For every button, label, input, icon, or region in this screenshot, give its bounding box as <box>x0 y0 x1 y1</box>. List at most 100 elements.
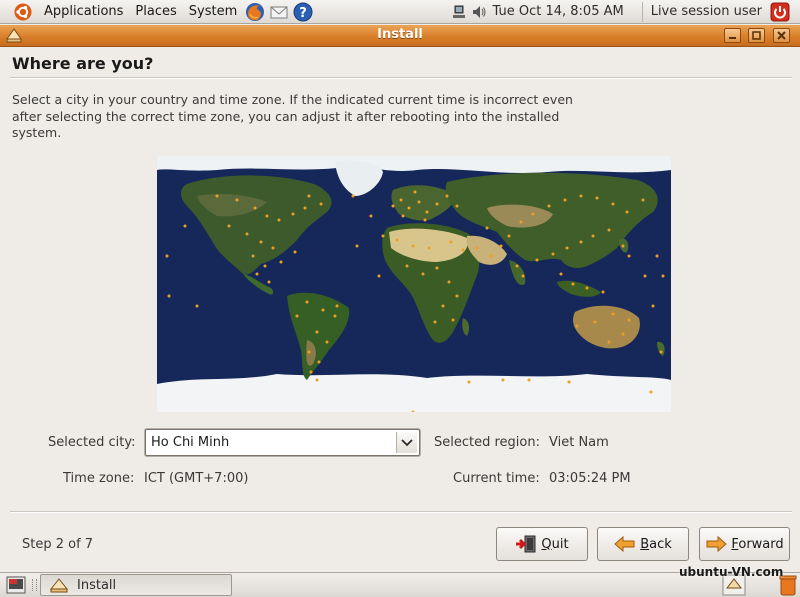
city-marker[interactable] <box>627 254 631 258</box>
city-marker[interactable] <box>551 252 555 256</box>
mail-icon[interactable] <box>269 2 289 22</box>
city-marker[interactable] <box>535 258 539 262</box>
session-user[interactable]: Live session user <box>651 4 762 19</box>
city-marker[interactable] <box>547 204 551 208</box>
city-marker[interactable] <box>519 220 523 224</box>
forward-button[interactable]: Forward <box>699 527 790 561</box>
window-titlebar[interactable]: Install <box>0 25 800 47</box>
world-map[interactable] <box>157 156 671 412</box>
city-marker[interactable] <box>627 318 631 322</box>
city-marker[interactable] <box>521 274 525 278</box>
city-marker[interactable] <box>227 224 231 228</box>
city-marker[interactable] <box>501 378 505 382</box>
city-marker[interactable] <box>607 340 611 344</box>
city-marker[interactable] <box>425 210 429 214</box>
city-marker[interactable] <box>601 290 605 294</box>
city-marker[interactable] <box>277 218 281 222</box>
city-marker[interactable] <box>621 244 625 248</box>
city-marker[interactable] <box>435 266 439 270</box>
city-marker[interactable] <box>649 390 653 394</box>
city-marker[interactable] <box>293 250 297 254</box>
city-marker[interactable] <box>591 234 595 238</box>
city-marker[interactable] <box>527 378 531 382</box>
city-marker[interactable] <box>575 324 579 328</box>
city-marker[interactable] <box>259 240 263 244</box>
city-marker[interactable] <box>531 212 535 216</box>
city-marker[interactable] <box>335 304 339 308</box>
city-marker[interactable] <box>395 238 399 242</box>
city-marker[interactable] <box>381 234 385 238</box>
city-marker[interactable] <box>421 272 425 276</box>
back-button[interactable]: Back <box>597 527 689 561</box>
maximize-button[interactable] <box>748 28 765 43</box>
city-marker[interactable] <box>515 264 519 268</box>
city-marker[interactable] <box>625 210 629 214</box>
city-marker[interactable] <box>641 198 645 202</box>
menu-system[interactable]: System <box>183 4 243 19</box>
city-marker[interactable] <box>565 246 569 250</box>
city-marker[interactable] <box>251 254 255 258</box>
help-icon[interactable]: ? <box>293 2 313 22</box>
city-marker[interactable] <box>499 244 503 248</box>
city-marker[interactable] <box>455 294 459 298</box>
city-marker[interactable] <box>321 308 325 312</box>
city-marker[interactable] <box>351 194 355 198</box>
power-icon[interactable] <box>770 2 790 22</box>
minimize-button[interactable] <box>724 28 741 43</box>
city-marker[interactable] <box>427 246 431 250</box>
city-marker[interactable] <box>167 294 171 298</box>
city-marker[interactable] <box>593 320 597 324</box>
city-marker[interactable] <box>319 202 323 206</box>
city-marker[interactable] <box>303 206 307 210</box>
city-marker[interactable] <box>309 370 313 374</box>
city-marker[interactable] <box>413 190 417 194</box>
city-marker[interactable] <box>659 350 663 354</box>
city-combobox[interactable]: Ho Chi Minh <box>145 429 420 456</box>
city-marker[interactable] <box>433 320 437 324</box>
city-marker[interactable] <box>595 196 599 200</box>
city-marker[interactable] <box>253 206 257 210</box>
panel-handle[interactable] <box>32 579 37 591</box>
city-marker[interactable] <box>445 194 449 198</box>
city-marker[interactable] <box>467 380 471 384</box>
city-marker[interactable] <box>567 380 571 384</box>
city-marker[interactable] <box>485 226 489 230</box>
quit-button[interactable]: Quit <box>496 527 588 561</box>
city-marker[interactable] <box>165 254 169 258</box>
city-marker[interactable] <box>407 206 411 210</box>
ubuntu-logo-icon[interactable] <box>14 3 32 21</box>
city-marker[interactable] <box>267 280 271 284</box>
city-marker[interactable] <box>399 198 403 202</box>
city-marker[interactable] <box>447 280 451 284</box>
city-marker[interactable] <box>325 340 329 344</box>
city-marker[interactable] <box>271 246 275 250</box>
taskbar-install-button[interactable]: Install <box>40 574 232 596</box>
city-marker[interactable] <box>291 212 295 216</box>
city-marker[interactable] <box>255 272 259 276</box>
city-marker[interactable] <box>571 282 575 286</box>
city-marker[interactable] <box>579 194 583 198</box>
clock[interactable]: Tue Oct 14, 8:05 AM <box>493 4 624 19</box>
city-marker[interactable] <box>315 330 319 334</box>
city-marker[interactable] <box>305 300 309 304</box>
city-marker[interactable] <box>651 304 655 308</box>
city-marker[interactable] <box>265 214 269 218</box>
city-combobox-dropdown[interactable] <box>396 432 417 453</box>
firefox-icon[interactable] <box>245 2 265 22</box>
city-marker[interactable] <box>661 274 665 278</box>
city-marker[interactable] <box>369 214 373 218</box>
city-marker[interactable] <box>455 204 459 208</box>
show-desktop-icon[interactable] <box>6 576 26 594</box>
city-marker[interactable] <box>611 312 615 316</box>
city-marker[interactable] <box>559 272 563 276</box>
city-marker[interactable] <box>655 254 659 258</box>
city-marker[interactable] <box>405 264 409 268</box>
city-marker[interactable] <box>489 254 493 258</box>
city-marker[interactable] <box>643 274 647 278</box>
city-marker[interactable] <box>195 304 199 308</box>
city-marker[interactable] <box>563 198 567 202</box>
menu-places[interactable]: Places <box>129 4 182 19</box>
city-marker[interactable] <box>245 232 249 236</box>
city-marker[interactable] <box>621 332 625 336</box>
city-marker[interactable] <box>475 246 479 250</box>
